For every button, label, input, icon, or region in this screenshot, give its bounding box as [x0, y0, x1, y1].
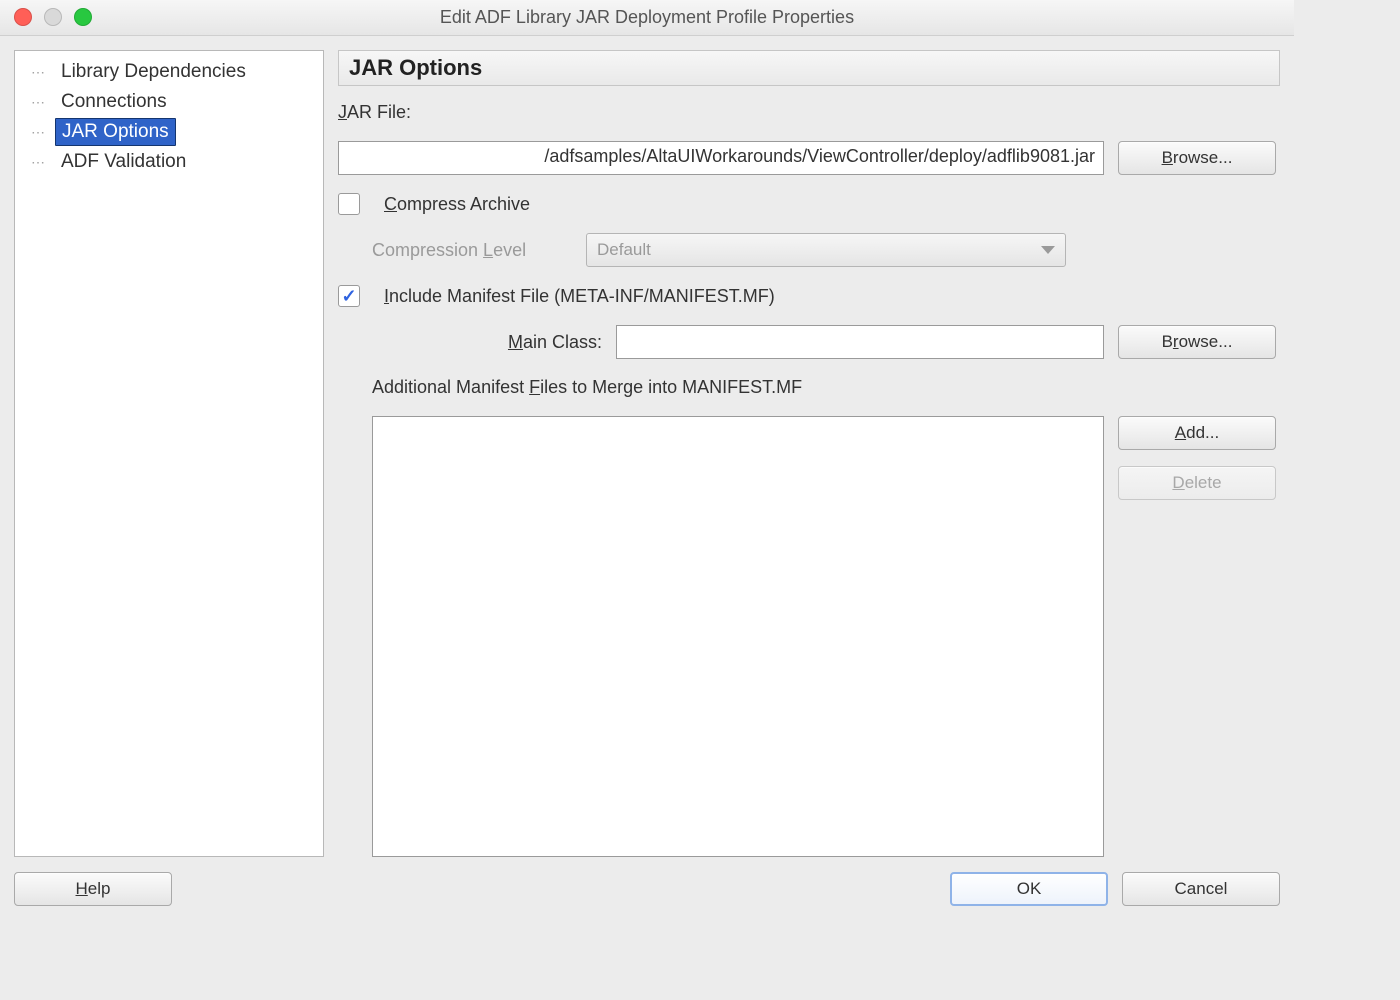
tree-branch-icon: ⋯	[31, 154, 55, 171]
delete-manifest-button: Delete	[1118, 466, 1276, 500]
cancel-button[interactable]: Cancel	[1122, 872, 1280, 906]
compress-archive-row: Compress Archive	[338, 193, 1276, 215]
tree-item-adf-validation[interactable]: ⋯ ADF Validation	[23, 147, 315, 177]
tree-item-label: Connections	[55, 89, 173, 115]
browse-jar-button[interactable]: Browse...	[1118, 141, 1276, 175]
main-class-label: Main Class:	[372, 332, 602, 353]
tree-branch-icon: ⋯	[31, 124, 55, 141]
dialog-body: ⋯ Library Dependencies ⋯ Connections ⋯ J…	[0, 36, 1294, 863]
add-manifest-button[interactable]: Add...	[1118, 416, 1276, 450]
ok-button[interactable]: OK	[950, 872, 1108, 906]
compress-archive-checkbox[interactable]	[338, 193, 360, 215]
minimize-window-button	[44, 8, 62, 26]
compression-level-value: Default	[597, 240, 651, 260]
main-class-row: Main Class: Browse...	[338, 325, 1276, 359]
include-manifest-label: Include Manifest File (META-INF/MANIFEST…	[384, 286, 775, 307]
jar-options-form: JAR File: /adfsamples/AltaUIWorkarounds/…	[338, 102, 1280, 857]
additional-manifest-label: Additional Manifest Files to Merge into …	[338, 377, 1276, 398]
window-title: Edit ADF Library JAR Deployment Profile …	[440, 7, 854, 28]
content-pane: JAR Options JAR File: /adfsamples/AltaUI…	[338, 50, 1280, 857]
dialog-footer: Help OK Cancel	[0, 863, 1294, 925]
tree-item-library-dependencies[interactable]: ⋯ Library Dependencies	[23, 57, 315, 87]
tree-item-jar-options[interactable]: ⋯ JAR Options	[23, 117, 315, 147]
include-manifest-row: Include Manifest File (META-INF/MANIFEST…	[338, 285, 1276, 307]
tree-item-label: ADF Validation	[55, 149, 192, 175]
tree-item-label: JAR Options	[55, 118, 176, 146]
dialog-window: Edit ADF Library JAR Deployment Profile …	[0, 0, 1294, 925]
jar-file-input[interactable]: /adfsamples/AltaUIWorkarounds/ViewContro…	[338, 141, 1104, 175]
help-button[interactable]: Help	[14, 872, 172, 906]
titlebar: Edit ADF Library JAR Deployment Profile …	[0, 0, 1294, 36]
manifest-side-buttons: Add... Delete	[1118, 416, 1276, 857]
close-window-button[interactable]	[14, 8, 32, 26]
tree-item-connections[interactable]: ⋯ Connections	[23, 87, 315, 117]
include-manifest-checkbox[interactable]	[338, 285, 360, 307]
compression-level-select: Default	[586, 233, 1066, 267]
jar-file-row: /adfsamples/AltaUIWorkarounds/ViewContro…	[338, 141, 1276, 175]
additional-manifest-listbox[interactable]	[372, 416, 1104, 857]
compress-archive-label: Compress Archive	[384, 194, 530, 215]
main-class-input[interactable]	[616, 325, 1104, 359]
tree-item-label: Library Dependencies	[55, 59, 252, 85]
chevron-down-icon	[1041, 246, 1055, 254]
window-controls	[14, 8, 92, 26]
zoom-window-button[interactable]	[74, 8, 92, 26]
tree-branch-icon: ⋯	[31, 64, 55, 81]
browse-main-class-button[interactable]: Browse...	[1118, 325, 1276, 359]
section-title: JAR Options	[338, 50, 1280, 86]
tree-branch-icon: ⋯	[31, 94, 55, 111]
additional-manifest-area: Add... Delete	[338, 416, 1276, 857]
compression-level-label: Compression Level	[372, 240, 572, 261]
compression-level-row: Compression Level Default	[338, 233, 1276, 267]
category-tree[interactable]: ⋯ Library Dependencies ⋯ Connections ⋯ J…	[14, 50, 324, 857]
jar-file-label: JAR File:	[338, 102, 1276, 123]
